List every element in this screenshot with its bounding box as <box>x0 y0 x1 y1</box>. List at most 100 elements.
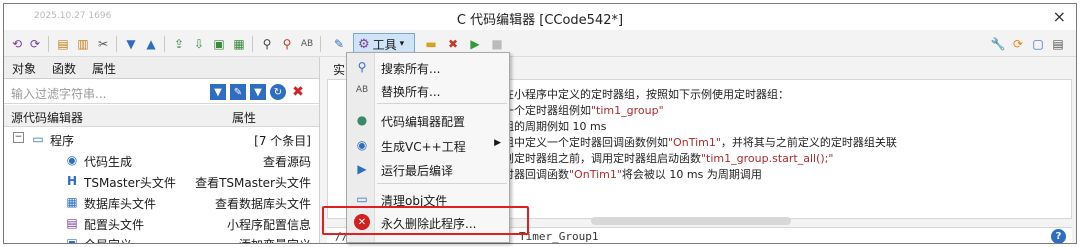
tree-header-name: 源代码编辑器 <box>11 111 84 125</box>
editor-tab[interactable]: 实 <box>333 61 345 78</box>
tree-row-tsmaster-header[interactable]: H TSMaster头文件 查看TSMaster头文件 <box>4 171 319 191</box>
tree-row-name: 数据库头文件 <box>84 197 157 211</box>
menu-item-editor-config[interactable]: ● 代码编辑器配置 <box>347 109 509 131</box>
panel-tabs: 对象 函数 属性 <box>4 57 319 79</box>
layout-icon[interactable]: ▤ <box>1049 35 1067 53</box>
menu-item-label: 搜索所有... <box>381 62 441 76</box>
export-icon[interactable]: ⇪ <box>170 35 188 53</box>
search-icon: ⚲ <box>357 60 367 74</box>
submenu-arrow-icon: ▶ <box>494 138 501 148</box>
move-up-icon[interactable]: ▲ <box>142 35 160 53</box>
code-line-6: 时器回调函数"OnTim1"将会被以 10 ms 为周期调用 <box>503 168 762 181</box>
undo-icon[interactable]: ⟲ <box>8 35 26 53</box>
bottom-code-text: Timer_Group1 <box>519 230 599 243</box>
tree-row-name: 配置头文件 <box>84 218 145 232</box>
object-panel: 对象 函数 属性 输入过滤字符串... ▼ ✎ ▼ ↻ ✖ 源代码编辑器 属性 … <box>4 57 320 244</box>
replace-icon: AB <box>355 85 369 95</box>
refresh-icon[interactable]: ⟳ <box>1009 35 1027 53</box>
menu-item-label: 替换所有... <box>381 85 441 99</box>
redo-icon[interactable]: ⟳ <box>26 35 44 53</box>
code-line-2: 一个定时器组例如"tim1_group" <box>503 104 664 117</box>
menu-item-run-last-build[interactable]: ▶ 运行最后编译 <box>347 158 509 180</box>
import-icon[interactable]: ⇩ <box>190 35 208 53</box>
paste-icon[interactable]: ▥ <box>74 35 92 53</box>
tree-row-program[interactable]: − ▭ 程序 [7 个条目] <box>4 129 319 149</box>
header-file-icon: H <box>66 174 78 188</box>
tree-row-name: 全局定义 <box>84 236 132 243</box>
tree-row-name: 代码生成 <box>84 155 133 169</box>
save-icon[interactable]: ▣ <box>210 35 228 53</box>
copy-icon[interactable]: ▤ <box>54 35 72 53</box>
global-defs-icon: ▣ <box>66 236 78 244</box>
tree-row-value[interactable]: 查看源码 <box>263 153 311 170</box>
tree-row-name: 程序 <box>50 134 75 148</box>
code-line-1: 在小程序中定义的定时器组，按照如下示例使用定时器组： <box>503 88 789 101</box>
stop-icon[interactable]: ■ <box>488 35 506 53</box>
tree-row-value[interactable]: 查看数据库头文件 <box>215 195 311 212</box>
menu-item-label: 运行最后编译 <box>381 164 454 178</box>
menu-item-label: 生成VC++工程 <box>381 140 466 154</box>
database-icon: ▦ <box>66 195 78 209</box>
tree-row-config-header[interactable]: ▤ 配置头文件 小程序配置信息 <box>4 213 319 233</box>
clean-icon: ▭ <box>356 192 368 206</box>
gear-icon: ⚙ <box>358 36 370 52</box>
menu-item-label: 代码编辑器配置 <box>381 115 466 129</box>
tab-objects[interactable]: 对象 <box>12 60 36 77</box>
format-icon[interactable]: AB <box>298 35 316 53</box>
save-all-icon[interactable]: ▦ <box>230 35 248 53</box>
clear-filter-icon[interactable]: ✖ <box>290 84 306 100</box>
tools-label: 工具 <box>372 37 397 52</box>
menu-separator <box>377 183 507 184</box>
code-line-3: 组的周期例如 10 ms <box>503 120 607 133</box>
code-line-4: 组中定义一个定时器回调函数例如"OnTim1"，并将其与之前定义的定时器组关联 <box>503 136 897 149</box>
folder-icon[interactable]: ▬ <box>422 35 440 53</box>
tree-row-database-header[interactable]: ▦ 数据库头文件 查看数据库头文件 <box>4 192 319 212</box>
tree-header: 源代码编辑器 属性 <box>4 105 319 127</box>
clear-icon[interactable]: ✖ <box>444 35 462 53</box>
config-icon: ▤ <box>66 216 78 230</box>
codegen-icon: ◉ <box>66 153 78 167</box>
title-bar: 2025.10.27 1696 C 代码编辑器 [CCode542*] × <box>4 4 1076 30</box>
cut-icon[interactable]: ✂ <box>94 35 112 53</box>
menu-item-search-all[interactable]: ⚲ 搜索所有... <box>347 56 509 78</box>
find-next-icon[interactable]: ⚲ <box>278 35 296 53</box>
run-icon: ▶ <box>357 162 367 176</box>
tree-row-value[interactable]: 查看TSMaster头文件 <box>195 174 311 191</box>
filter-edit-icon[interactable]: ✎ <box>230 84 246 100</box>
delete-highlight-box <box>322 206 529 235</box>
help-icon[interactable]: ? <box>1051 229 1066 243</box>
reset-icon[interactable]: ↻ <box>270 84 286 100</box>
filter-bar: 输入过滤字符串... ▼ ✎ ▼ ↻ ✖ <box>4 80 319 104</box>
code-editor-window: 2025.10.27 1696 C 代码编辑器 [CCode542*] × ⟲ … <box>3 3 1077 244</box>
horizontal-scrollbar[interactable] <box>591 217 791 225</box>
window-icon[interactable]: ▢ <box>1029 35 1047 53</box>
expand-icon[interactable]: ▼ <box>250 84 266 100</box>
tree-row-codegen[interactable]: ◉ 代码生成 查看源码 <box>4 150 319 170</box>
toolbar: ⟲ ⟳ ▤ ▥ ✂ ▼ ▲ ⇪ ⇩ ▣ ▦ ⚲ ⚲ AB ✎ ⚙ 工具 ▾ ▬ … <box>4 31 1076 57</box>
tree-row-value: [7 个条目] <box>254 134 311 148</box>
close-button[interactable]: × <box>1053 7 1066 26</box>
tree-row-global-defs[interactable]: ▣ 全局定义 添加变量定义 <box>4 233 319 244</box>
tree-header-value: 属性 <box>232 111 257 125</box>
window-title: C 代码编辑器 [CCode542*] <box>456 13 624 28</box>
move-down-icon[interactable]: ▼ <box>122 35 140 53</box>
tab-functions[interactable]: 函数 <box>52 60 76 77</box>
filter-icon[interactable]: ▼ <box>210 84 226 100</box>
edit-icon[interactable]: ✎ <box>330 35 348 53</box>
collapse-icon[interactable]: − <box>13 132 24 143</box>
filter-input[interactable]: 输入过滤字符串... <box>11 85 106 102</box>
tab-properties[interactable]: 属性 <box>92 60 116 77</box>
tree-row-value[interactable]: 小程序配置信息 <box>227 216 311 233</box>
menu-item-replace-all[interactable]: AB 替换所有... <box>347 79 509 101</box>
chevron-down-icon: ▾ <box>399 39 405 49</box>
menu-separator <box>377 103 507 104</box>
program-icon: ▭ <box>32 132 44 146</box>
play-icon[interactable]: ▶ <box>466 35 484 53</box>
tree-row-value[interactable]: 添加变量定义 <box>239 236 311 243</box>
palette-icon: ● <box>356 113 368 127</box>
tree-row-name: TSMaster头文件 <box>84 176 176 190</box>
wrench-icon[interactable]: 🔧 <box>989 35 1007 53</box>
menu-item-generate-vc[interactable]: ◉ 生成VC++工程 ▶ <box>347 134 509 156</box>
find-icon[interactable]: ⚲ <box>258 35 276 53</box>
vc-project-icon: ◉ <box>356 138 368 152</box>
